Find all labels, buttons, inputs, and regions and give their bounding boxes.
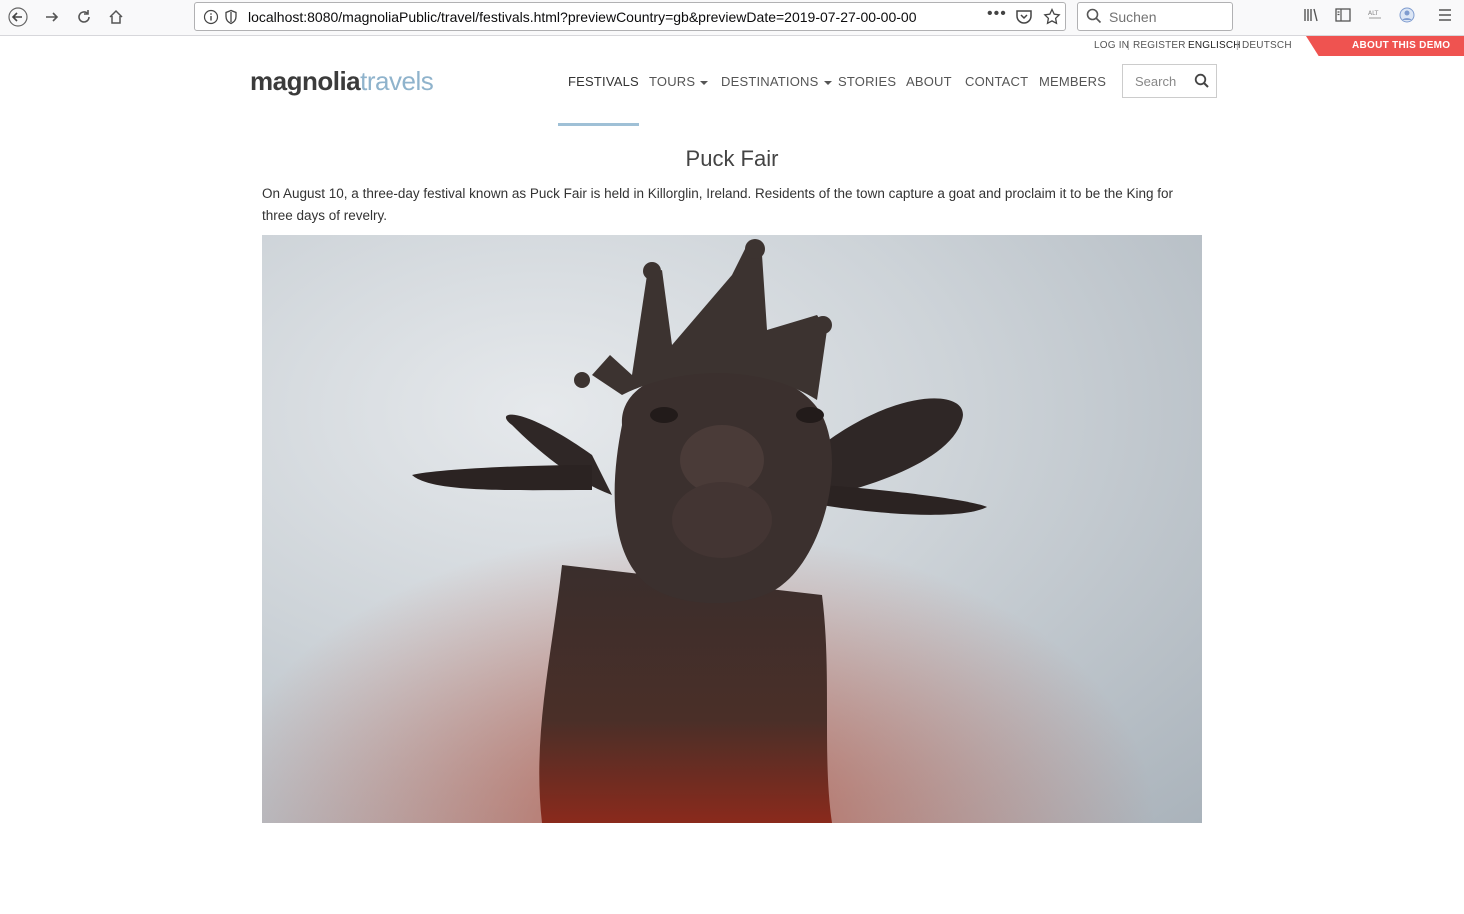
separator: | [1127,40,1130,51]
register-link[interactable]: REGISTER [1133,40,1186,51]
page-actions-icon[interactable]: ••• [987,5,1007,23]
search-icon [1086,8,1102,29]
goat-statue-image [262,235,1202,823]
sidebar-icon[interactable] [1334,6,1352,28]
browser-search-field[interactable]: Suchen [1077,2,1233,31]
active-nav-indicator [558,123,639,126]
search-icon[interactable] [1194,72,1210,95]
separator: | [1236,40,1239,51]
forward-icon[interactable] [38,4,66,30]
about-demo-label: ABOUT THIS DEMO [1352,40,1451,51]
site-search-placeholder: Search [1135,74,1177,89]
nav-tours[interactable]: TOURS [649,74,709,89]
nav-stories[interactable]: STORIES [838,74,896,89]
url-bar[interactable]: localhost:8080/magnoliaPublic/travel/fes… [194,2,1066,31]
login-link[interactable]: LOG IN [1094,40,1129,51]
site-logo[interactable]: magnoliatravels [250,66,434,97]
nav-tours-label: TOURS [649,74,696,89]
info-icon[interactable] [203,7,219,31]
about-demo-ribbon[interactable]: ABOUT THIS DEMO [1306,36,1464,56]
chevron-down-icon [700,80,709,85]
nav-contact[interactable]: CONTACT [965,74,1028,89]
reload-icon[interactable] [70,4,98,30]
tracking-shield-icon[interactable] [224,7,238,31]
menu-icon[interactable] [1437,6,1453,28]
svg-text:ALT: ALT [1368,10,1379,17]
browser-search-placeholder: Suchen [1109,9,1157,25]
article-description: On August 10, a three-day festival known… [262,186,1173,223]
page-title: Puck Fair [685,146,779,171]
nav-members[interactable]: MEMBERS [1039,74,1106,89]
nav-about[interactable]: ABOUT [906,74,952,89]
nav-destinations-label: DESTINATIONS [721,74,819,89]
chevron-down-icon [823,80,832,85]
nav-destinations[interactable]: DESTINATIONS [721,74,832,89]
logo-text-magnolia: magnolia [250,66,361,96]
hero-image [262,235,1202,823]
extension-icon[interactable]: ALT [1366,6,1384,28]
browser-toolbar: localhost:8080/magnoliaPublic/travel/fes… [0,0,1464,36]
logo-text-travels: travels [360,66,434,96]
language-deutsch-link[interactable]: DEUTSCH [1242,40,1292,51]
pocket-icon[interactable] [1015,7,1033,31]
nav-festivals[interactable]: FESTIVALS [568,74,639,89]
back-icon[interactable] [4,4,32,30]
library-icon[interactable] [1302,6,1320,28]
home-icon[interactable] [102,4,130,30]
url-text: localhost:8080/magnoliaPublic/travel/fes… [248,9,917,25]
bookmark-star-icon[interactable] [1043,7,1061,31]
site-search-field[interactable]: Search [1122,64,1217,98]
account-icon[interactable] [1398,6,1416,28]
language-english-link[interactable]: ENGLISCH [1188,40,1241,51]
